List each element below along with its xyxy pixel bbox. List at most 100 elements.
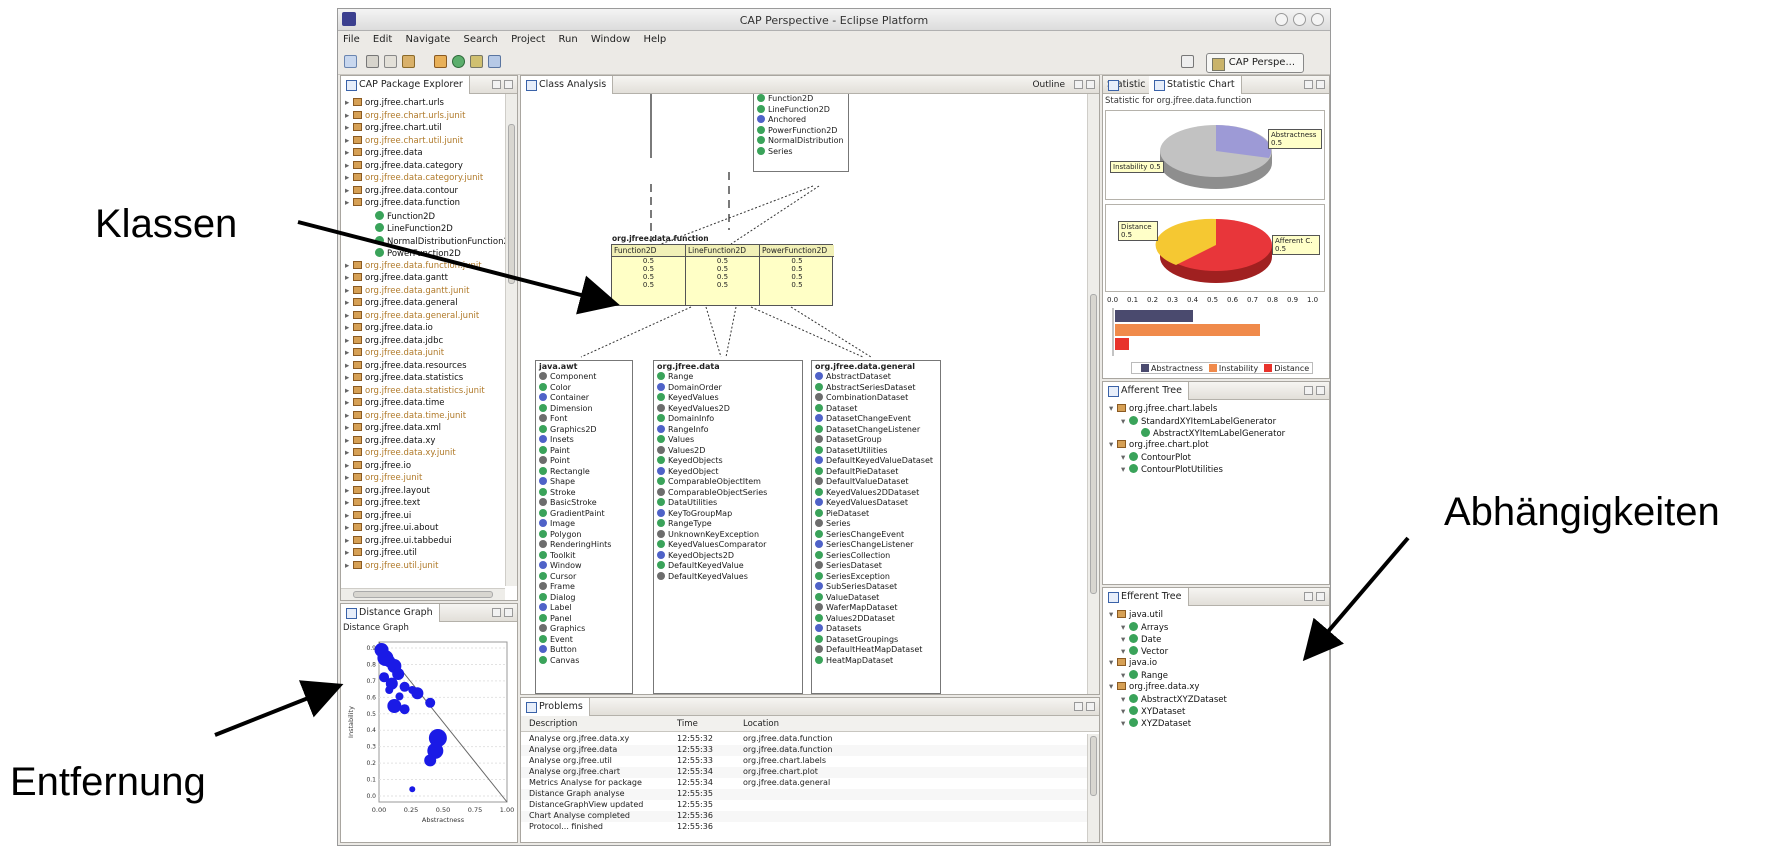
- dependency-item[interactable]: Toolkit: [536, 550, 632, 562]
- expand-toggle-icon[interactable]: ▸: [345, 98, 353, 108]
- table-row[interactable]: Metrics Analyse for package 12:55:34 org.j…: [521, 778, 1087, 789]
- expand-toggle-icon[interactable]: ▸: [345, 523, 353, 533]
- new-package-icon[interactable]: [434, 55, 447, 68]
- col-location[interactable]: Location: [743, 719, 779, 729]
- expand-toggle-icon[interactable]: ▾: [1109, 610, 1117, 620]
- metric-column[interactable]: PowerFunction2D 0.5 0.5 0.5 0.5: [760, 245, 834, 305]
- expand-toggle-icon[interactable]: ▾: [1121, 719, 1129, 729]
- dependency-item[interactable]: RenderingHints: [536, 540, 632, 551]
- dependency-item[interactable]: PieDataset: [812, 508, 940, 520]
- dependency-item[interactable]: DefaultKeyedValues: [654, 571, 802, 583]
- expand-toggle-icon[interactable]: ▸: [345, 486, 353, 496]
- dependency-item[interactable]: DatasetGroupings: [812, 634, 940, 646]
- dependency-item[interactable]: Paint: [536, 445, 632, 457]
- expand-toggle-icon[interactable]: ▸: [345, 286, 353, 296]
- dependency-item[interactable]: SeriesChangeEvent: [812, 529, 940, 541]
- expand-toggle-icon[interactable]: ▸: [345, 111, 353, 121]
- dependency-item[interactable]: DefaultValueDataset: [812, 477, 940, 488]
- menu-edit[interactable]: Edit: [368, 31, 397, 48]
- expand-toggle-icon[interactable]: ▾: [1121, 647, 1129, 657]
- tree-item[interactable]: ▾ Range: [1121, 670, 1168, 681]
- tree-item[interactable]: ▸ org.jfree.util: [345, 548, 417, 559]
- dependency-item[interactable]: Label: [536, 603, 632, 614]
- table-row[interactable]: Analyse org.jfree.chart 12:55:34 org.jfree…: [521, 767, 1087, 778]
- tree-item[interactable]: ▸ org.jfree.data: [345, 148, 423, 159]
- col-time[interactable]: Time: [677, 719, 698, 729]
- tree-item[interactable]: ▾ Date: [1121, 634, 1161, 645]
- expand-toggle-icon[interactable]: ▾: [1109, 440, 1117, 450]
- class-item[interactable]: Anchored: [754, 115, 848, 126]
- expand-toggle-icon[interactable]: ▸: [345, 511, 353, 521]
- open-type-icon[interactable]: [470, 55, 483, 68]
- dependency-item[interactable]: Datasets: [812, 624, 940, 635]
- tab-efferent-tree[interactable]: Efferent Tree: [1103, 588, 1189, 606]
- tab-statistic[interactable]: Statistic: [1103, 76, 1153, 94]
- tree-item[interactable]: ▸ org.jfree.data.xml: [345, 423, 441, 434]
- expand-toggle-icon[interactable]: ▾: [1109, 404, 1117, 414]
- tree-item[interactable]: ▸ org.jfree.data.category: [345, 160, 463, 172]
- dependency-item[interactable]: KeyedValues2D: [654, 403, 802, 415]
- tab-class-analysis[interactable]: Class Analysis: [521, 76, 614, 94]
- menu-navigate[interactable]: Navigate: [400, 31, 455, 48]
- tree-item[interactable]: ▾ ContourPlotUtilities: [1121, 464, 1223, 475]
- expand-toggle-icon[interactable]: ▸: [345, 148, 353, 158]
- package-tree-vscroll[interactable]: [505, 94, 517, 586]
- expand-toggle-icon[interactable]: ▾: [1121, 417, 1129, 427]
- expand-toggle-icon[interactable]: ▸: [345, 373, 353, 383]
- dependency-item[interactable]: AbstractDataset: [812, 372, 940, 383]
- dependency-item[interactable]: SeriesCollection: [812, 550, 940, 562]
- tree-item[interactable]: ▸ org.jfree.data.function.junit: [345, 260, 482, 272]
- dependency-item[interactable]: ComparableObjectSeries: [654, 487, 802, 499]
- expand-toggle-icon[interactable]: ▸: [345, 323, 353, 333]
- tree-item[interactable]: ▸ org.jfree.chart.util: [345, 123, 442, 134]
- expand-toggle-icon[interactable]: ▸: [345, 311, 353, 321]
- open-perspective-icon[interactable]: [1181, 55, 1194, 68]
- minimize-view-icon[interactable]: [492, 80, 501, 89]
- expand-toggle-icon[interactable]: ▸: [345, 123, 353, 133]
- expand-toggle-icon[interactable]: ▸: [345, 348, 353, 358]
- expand-toggle-icon[interactable]: ▸: [345, 273, 353, 283]
- expand-toggle-icon[interactable]: ▾: [1121, 623, 1129, 633]
- perspective-button[interactable]: CAP Perspe...: [1205, 53, 1304, 73]
- metric-column[interactable]: LineFunction2D 0.5 0.5 0.5 0.5: [686, 245, 760, 305]
- expand-toggle-icon[interactable]: ▸: [345, 386, 353, 396]
- expand-toggle-icon[interactable]: ▸: [345, 548, 353, 558]
- dependency-item[interactable]: Window: [536, 561, 632, 572]
- dependency-item[interactable]: HeatMapDataset: [812, 655, 940, 667]
- expand-toggle-icon[interactable]: ▸: [345, 436, 353, 446]
- expand-toggle-icon[interactable]: ▾: [1121, 671, 1129, 681]
- dependency-item[interactable]: KeyedValues2DDataset: [812, 487, 940, 499]
- minimize-view-icon[interactable]: [1304, 386, 1313, 395]
- expand-toggle-icon[interactable]: ▾: [1121, 635, 1129, 645]
- tree-item[interactable]: ▾ XYZDataset: [1121, 718, 1191, 729]
- dependency-item[interactable]: WaferMapDataset: [812, 603, 940, 614]
- metric-column[interactable]: Function2D 0.5 0.5 0.5 0.5: [612, 245, 686, 305]
- new-class-icon[interactable]: [452, 55, 465, 68]
- tree-item[interactable]: ▸ org.jfree.util.junit: [345, 560, 438, 572]
- expand-toggle-icon[interactable]: ▸: [345, 448, 353, 458]
- expand-toggle-icon[interactable]: ▾: [1121, 453, 1129, 463]
- maximize-view-icon[interactable]: [504, 80, 513, 89]
- dependency-item[interactable]: DefaultKeyedValue: [654, 561, 802, 572]
- table-row[interactable]: DistanceGraphView updated 12:55:35: [521, 800, 1087, 811]
- expand-toggle-icon[interactable]: ▸: [345, 136, 353, 146]
- dependency-item[interactable]: Event: [536, 634, 632, 646]
- maximize-view-icon[interactable]: [1316, 592, 1325, 601]
- tree-item[interactable]: ▸ org.jfree.data.xy: [345, 435, 435, 447]
- dependency-item[interactable]: DatasetChangeEvent: [812, 414, 940, 425]
- class-item[interactable]: NormalDistribution: [754, 136, 848, 147]
- dependency-item[interactable]: SeriesDataset: [812, 561, 940, 572]
- dependency-box-org-jfree-data-general[interactable]: org.jfree.data.general AbstractDataset Abs…: [811, 360, 941, 694]
- table-row[interactable]: Analyse org.jfree.data 12:55:33 org.jfree.…: [521, 745, 1087, 756]
- dependency-item[interactable]: Insets: [536, 435, 632, 446]
- expand-toggle-icon[interactable]: ▸: [345, 398, 353, 408]
- class-analysis-vscroll[interactable]: [1087, 94, 1099, 694]
- menu-file[interactable]: File: [338, 31, 365, 48]
- dependency-item[interactable]: RangeType: [654, 519, 802, 530]
- menu-help[interactable]: Help: [638, 31, 671, 48]
- expand-toggle-icon[interactable]: ▸: [345, 173, 353, 183]
- class-item[interactable]: Series: [754, 146, 848, 158]
- expand-toggle-icon[interactable]: ▸: [345, 536, 353, 546]
- dependency-item[interactable]: DatasetGroup: [812, 435, 940, 446]
- tree-item[interactable]: ▸ org.jfree.chart.util.junit: [345, 135, 463, 147]
